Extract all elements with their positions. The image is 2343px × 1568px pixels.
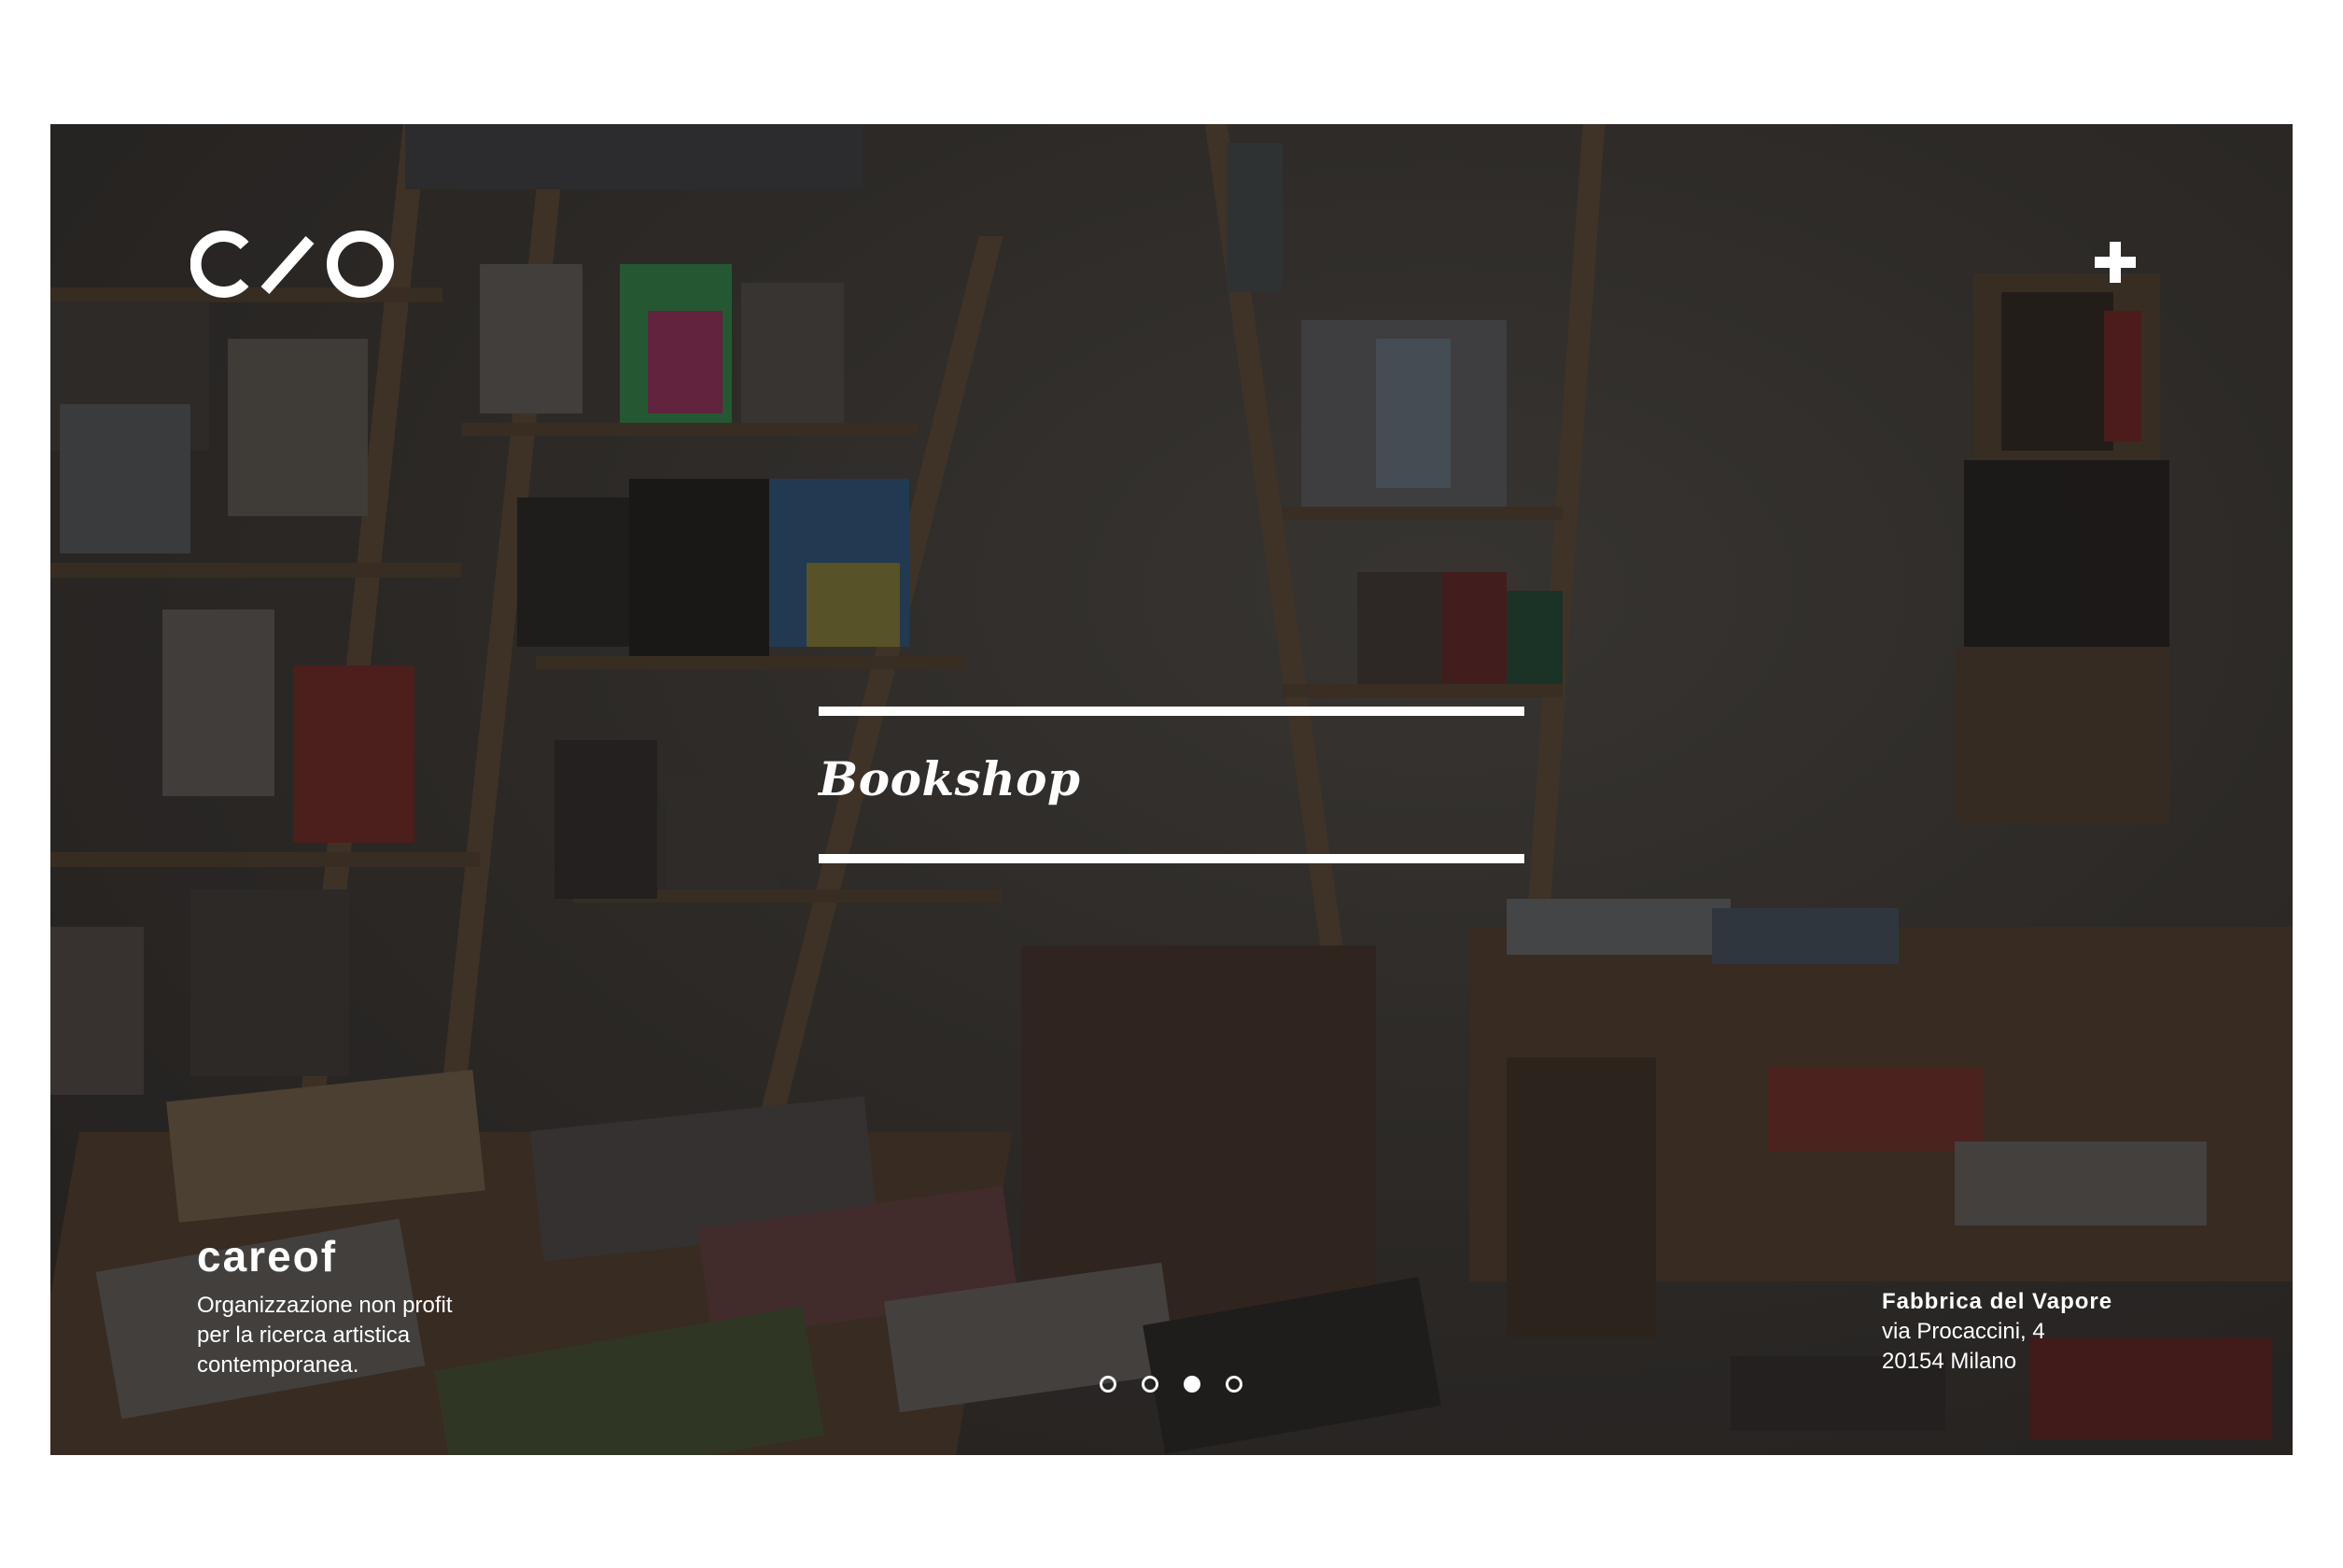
menu-button[interactable] [2091,238,2140,287]
org-description: Organizzazione non profit per la ricerca… [197,1291,570,1380]
slider-dot[interactable] [1184,1376,1200,1393]
slider-dot[interactable] [1226,1376,1242,1393]
hero-slide: Bookshop careof Organizzazione non profi… [50,124,2293,1455]
org-description-line: per la ricerca artistica [197,1323,411,1348]
careof-logo[interactable] [190,227,414,301]
title-bottom-rule [819,854,1524,863]
slide-title-block: Bookshop [819,707,1524,863]
slider-pagination [1100,1376,1286,1394]
org-description-line: Organizzazione non profit [197,1293,453,1318]
slider-dot[interactable] [1100,1376,1116,1393]
address-block: Fabbrica del Vapore via Procaccini, 4 20… [1882,1287,2255,1377]
organization-info: careof Organizzazione non profit per la … [197,1231,570,1380]
org-name: careof [197,1232,338,1281]
plus-icon [2095,242,2136,283]
slider-dot[interactable] [1142,1376,1158,1393]
street-address: via Procaccini, 4 [1882,1319,2045,1344]
city-address: 20154 Milano [1882,1349,2017,1374]
venue-name: Fabbrica del Vapore [1882,1289,2113,1314]
org-description-line: contemporanea. [197,1352,359,1378]
slide-title[interactable]: Bookshop [819,751,1080,806]
title-top-rule [819,707,1524,716]
